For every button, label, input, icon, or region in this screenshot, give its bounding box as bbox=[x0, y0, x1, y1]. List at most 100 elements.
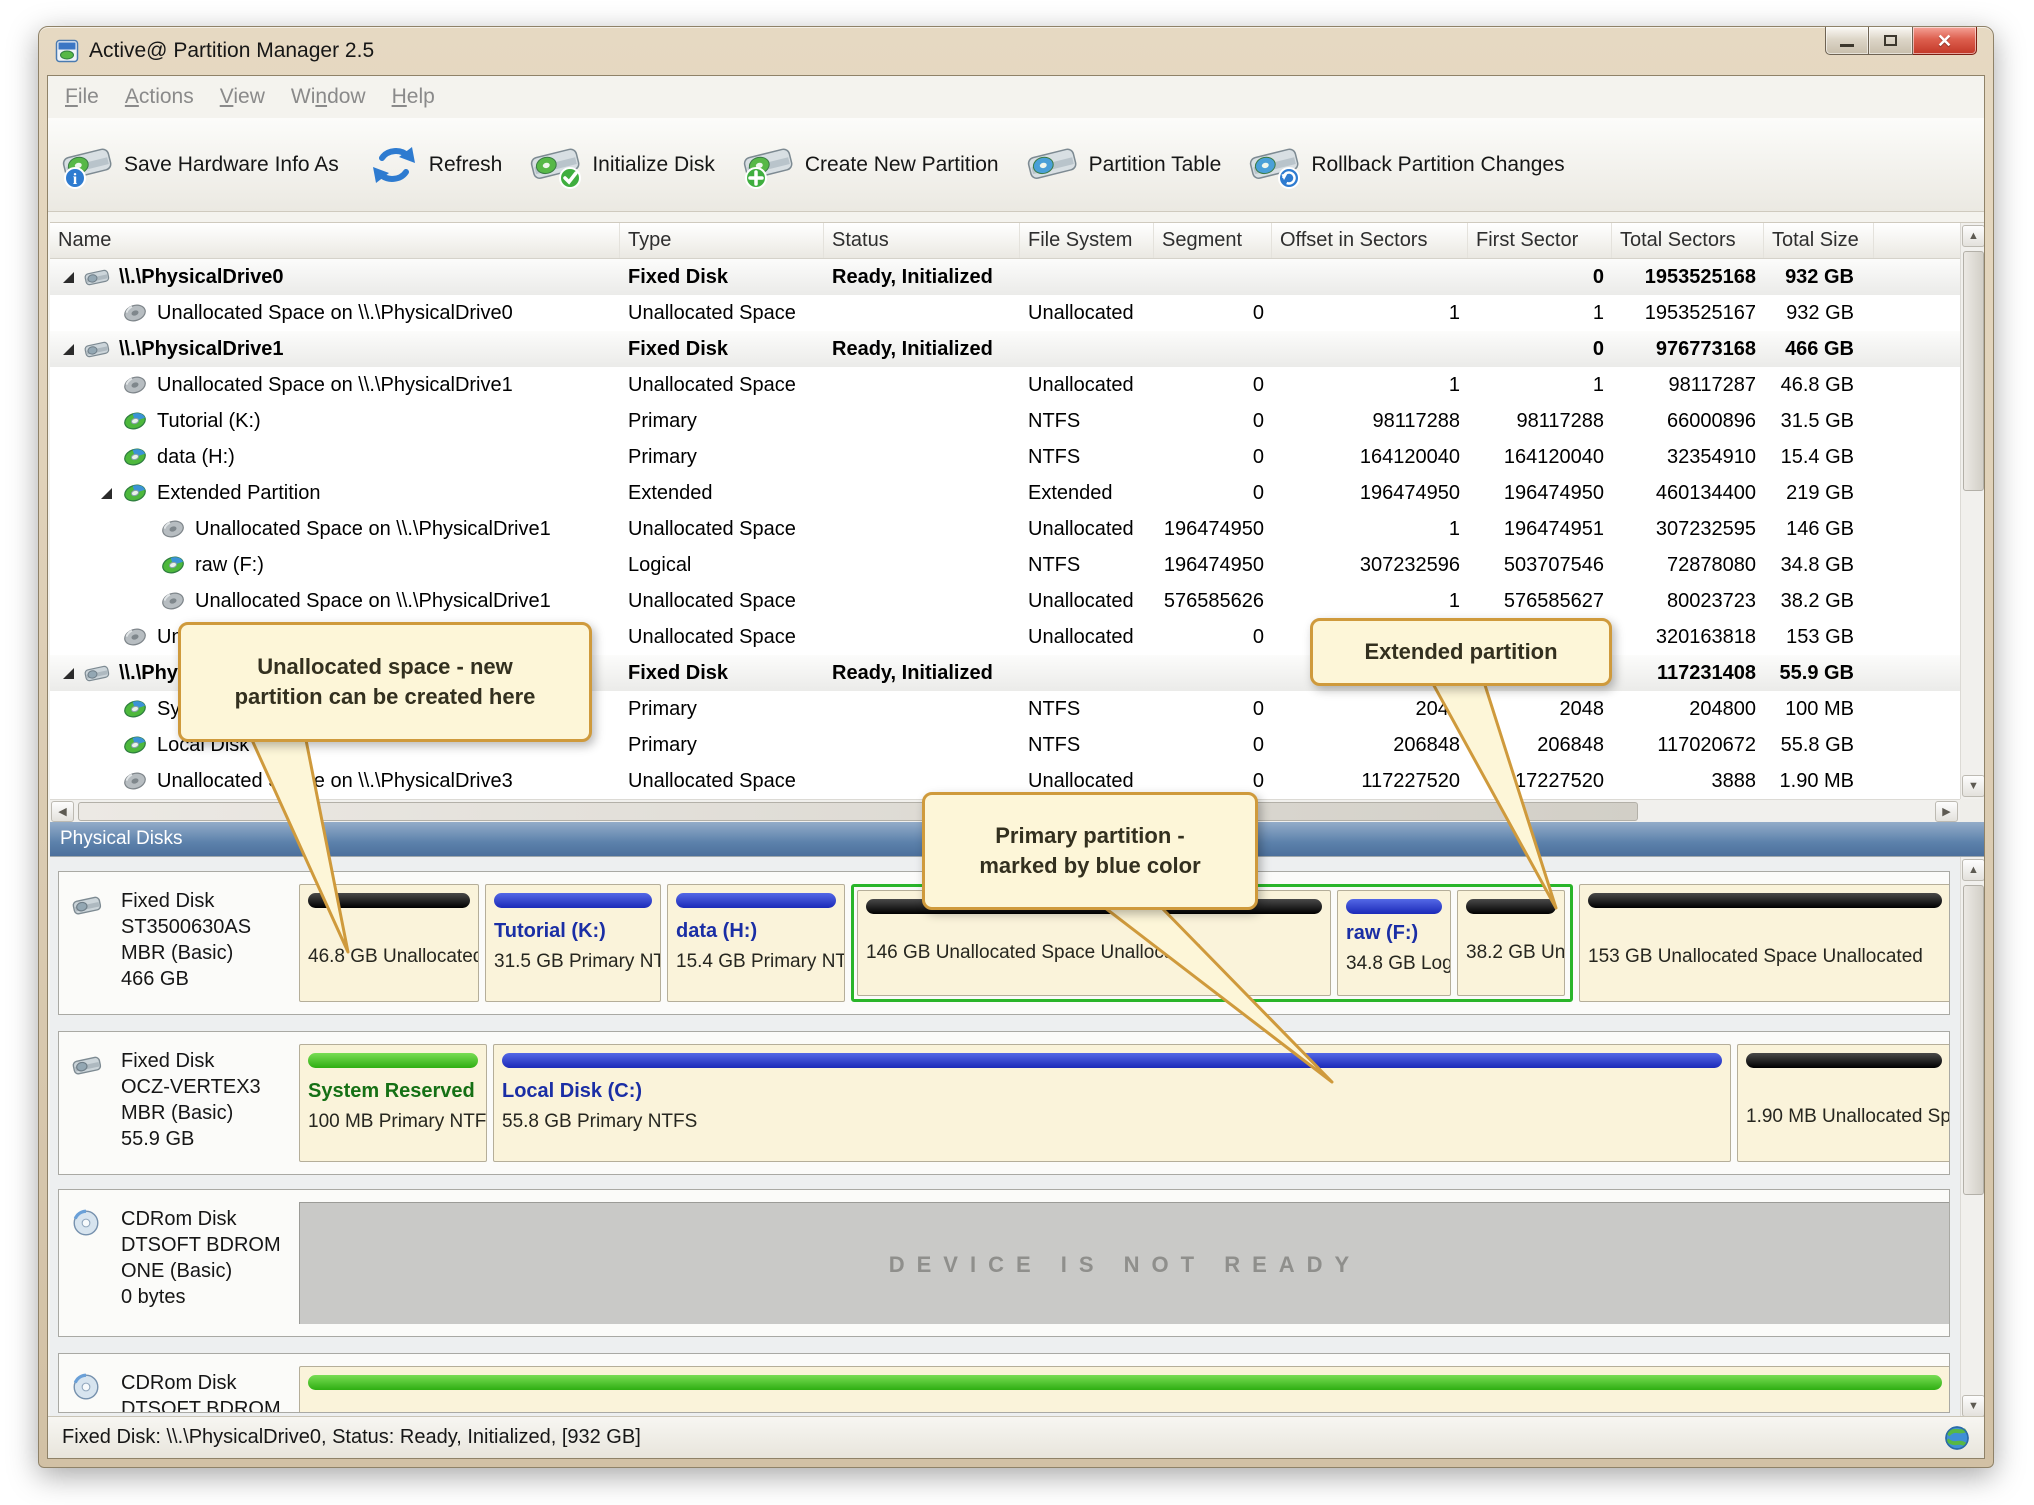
column-header-offset[interactable]: Offset in Sectors bbox=[1272, 223, 1468, 258]
partition-icon bbox=[122, 480, 148, 506]
column-header-first[interactable]: First Sector bbox=[1468, 223, 1612, 258]
callout-text: marked by blue color bbox=[979, 851, 1200, 881]
cell-status: Ready, Initialized bbox=[824, 331, 1020, 367]
cell-offset bbox=[1272, 331, 1468, 367]
partition-block[interactable]: 1.90 MB Unallocated Space Unallocated bbox=[1737, 1044, 1950, 1162]
cell-type: Primary bbox=[620, 439, 824, 475]
row-name: Unallocated Space on \\.\PhysicalDrive1 bbox=[195, 518, 551, 541]
toolbar-button-partition-table[interactable]: Partition Table bbox=[1027, 141, 1222, 189]
cell-type: Unallocated Space bbox=[620, 511, 824, 547]
menu-actions[interactable]: Actions bbox=[112, 85, 207, 109]
column-header-size[interactable]: Total Size bbox=[1764, 223, 1874, 258]
tree-expander-icon[interactable] bbox=[98, 485, 114, 501]
table-row[interactable]: Unallocated Space on \\.\PhysicalDrive1 U… bbox=[50, 367, 1960, 403]
cell-type: Primary bbox=[620, 403, 824, 439]
partition-icon bbox=[122, 696, 148, 722]
minimize-button[interactable] bbox=[1825, 27, 1869, 55]
disks-vertical-scrollbar[interactable]: ▲ ▼ bbox=[1960, 857, 1985, 1419]
scroll-up-icon[interactable]: ▲ bbox=[1962, 225, 1985, 247]
table-row[interactable]: Extended PartitionExtendedExtended019647… bbox=[50, 475, 1960, 511]
column-header-segment[interactable]: Segment bbox=[1154, 223, 1272, 258]
partition-block[interactable]: Local Disk (C:)55.8 GB Primary NTFS bbox=[493, 1044, 1731, 1162]
scroll-down-icon[interactable]: ▼ bbox=[1962, 775, 1985, 797]
partition-block[interactable]: 46.8 GB Unallocated Space Unallocated bbox=[299, 884, 479, 1002]
toolbar-button-initialize-disk[interactable]: Initialize Disk bbox=[530, 141, 715, 189]
callout-text: Primary partition - bbox=[995, 821, 1184, 851]
unallocated-icon bbox=[160, 588, 186, 614]
desktop: Active@ Partition Manager 2.5 ✕ FileActi… bbox=[0, 0, 2034, 1505]
cell-sectors: 320163818 bbox=[1612, 619, 1764, 655]
table-row[interactable]: data (H:)PrimaryNTFS01641200401641200403… bbox=[50, 439, 1960, 475]
tree-expander-icon[interactable] bbox=[60, 665, 76, 681]
vertical-scroll-thumb[interactable] bbox=[1963, 251, 1984, 491]
horizontal-scroll-thumb[interactable] bbox=[78, 802, 1638, 821]
toolbar-button-rollback-partition-changes[interactable]: Rollback Partition Changes bbox=[1249, 141, 1564, 189]
close-button[interactable]: ✕ bbox=[1913, 27, 1977, 55]
row-name: \\.\PhysicalDrive0 bbox=[119, 266, 284, 289]
disk-label-line: Fixed Disk bbox=[121, 1048, 299, 1074]
callout-text: partition can be created here bbox=[235, 682, 536, 712]
cell-fs bbox=[1020, 655, 1154, 691]
physical-disks-title: Physical Disks bbox=[60, 828, 182, 850]
toolbar-button-create-new-partition[interactable]: Create New Partition bbox=[743, 141, 999, 189]
table-row[interactable]: Tutorial (K:)PrimaryNTFS0981172889811728… bbox=[50, 403, 1960, 439]
menu-window[interactable]: Window bbox=[278, 85, 379, 109]
partition-icon bbox=[160, 552, 186, 578]
table-row[interactable]: \\.\PhysicalDrive0Fixed DiskReady, Initi… bbox=[50, 259, 1960, 295]
fixed-disk-icon bbox=[71, 1050, 103, 1080]
row-name: Unallocated Space on \\.\PhysicalDrive0 bbox=[157, 302, 513, 325]
vertical-scroll-thumb[interactable] bbox=[1963, 885, 1984, 1195]
cell-segment bbox=[1154, 259, 1272, 295]
toolbar-button-refresh[interactable]: Refresh bbox=[367, 141, 503, 189]
cell-fs: NTFS bbox=[1020, 547, 1154, 583]
toolbar-button-save-hardware-info-as[interactable]: iSave Hardware Info As bbox=[62, 141, 339, 189]
table-row[interactable]: Unallocated Space on \\.\PhysicalDrive1U… bbox=[50, 583, 1960, 619]
cell-segment: 0 bbox=[1154, 691, 1272, 727]
column-header-status[interactable]: Status bbox=[824, 223, 1020, 258]
cell-segment: 0 bbox=[1154, 727, 1272, 763]
table-row[interactable]: Unallocated Space on \\.\PhysicalDrive1 U… bbox=[50, 511, 1960, 547]
column-header-type[interactable]: Type bbox=[620, 223, 824, 258]
partition-block[interactable]: 38.2 GB Unallocated Space Unallocated bbox=[1457, 890, 1565, 996]
partition-block[interactable]: System Reserved100 MB Primary NTFS bbox=[299, 1044, 487, 1162]
table-row[interactable]: raw (F:)LogicalNTFS196474950307232596503… bbox=[50, 547, 1960, 583]
table-row[interactable]: Unallocated Space on \\.\PhysicalDrive0U… bbox=[50, 295, 1960, 331]
cell-fs: Unallocated bbox=[1020, 367, 1154, 403]
tree-expander-icon[interactable] bbox=[60, 269, 76, 285]
cell-filler bbox=[1874, 691, 1960, 727]
row-name: Unallocated Space on \\.\PhysicalDrive1 bbox=[157, 374, 513, 397]
partition-block[interactable]: data (H:)15.4 GB Primary NTFS bbox=[667, 884, 845, 1002]
cell-size: 55.8 GB bbox=[1764, 727, 1874, 763]
partition-block[interactable]: 153 GB Unallocated Space Unallocated bbox=[1579, 884, 1950, 1002]
disk-row: CDRom DiskDTSOFT BDROMONE (Basic)0 bytes… bbox=[58, 1189, 1950, 1337]
toolbar-button-label: Initialize Disk bbox=[592, 153, 715, 177]
tree-expander-icon[interactable] bbox=[60, 341, 76, 357]
disk-blocks: DEVICE IS NOT READY bbox=[299, 1202, 1950, 1324]
partition-info: 146 GB Unallocated Space Unallocated bbox=[866, 942, 1322, 964]
partition-info: 34.8 GB Logical NTFS bbox=[1346, 953, 1442, 975]
partition-block[interactable] bbox=[299, 1366, 1950, 1413]
menu-file[interactable]: File bbox=[52, 85, 112, 109]
partition-title: System Reserved bbox=[308, 1080, 478, 1103]
maximize-button[interactable] bbox=[1869, 27, 1913, 55]
scroll-down-icon[interactable]: ▼ bbox=[1962, 1395, 1985, 1417]
partition-bar-black bbox=[308, 893, 470, 908]
table-row[interactable]: \\.\PhysicalDrive1Fixed DiskReady, Initi… bbox=[50, 331, 1960, 367]
table-vertical-scrollbar[interactable]: ▲ ▼ bbox=[1960, 223, 1985, 799]
disk-label-line: MBR (Basic) bbox=[121, 1100, 299, 1126]
row-name: Unallocated Space on \\.\PhysicalDrive3 bbox=[157, 770, 513, 793]
scroll-left-icon[interactable]: ◀ bbox=[51, 801, 74, 822]
title-bar[interactable]: Active@ Partition Manager 2.5 ✕ bbox=[39, 27, 1993, 75]
menu-help[interactable]: Help bbox=[379, 85, 448, 109]
cell-sectors: 117020672 bbox=[1612, 727, 1764, 763]
cell-segment bbox=[1154, 331, 1272, 367]
partition-block[interactable]: raw (F:)34.8 GB Logical NTFS bbox=[1337, 890, 1451, 996]
scroll-up-icon[interactable]: ▲ bbox=[1962, 859, 1985, 881]
menu-view[interactable]: View bbox=[207, 85, 278, 109]
partition-block[interactable]: Tutorial (K:)31.5 GB Primary NTFS bbox=[485, 884, 661, 1002]
column-header-sectors[interactable]: Total Sectors bbox=[1612, 223, 1764, 258]
column-header-name[interactable]: Name bbox=[50, 223, 620, 258]
column-header-filler bbox=[1874, 223, 1960, 258]
column-header-fs[interactable]: File System bbox=[1020, 223, 1154, 258]
scroll-right-icon[interactable]: ▶ bbox=[1935, 801, 1958, 822]
